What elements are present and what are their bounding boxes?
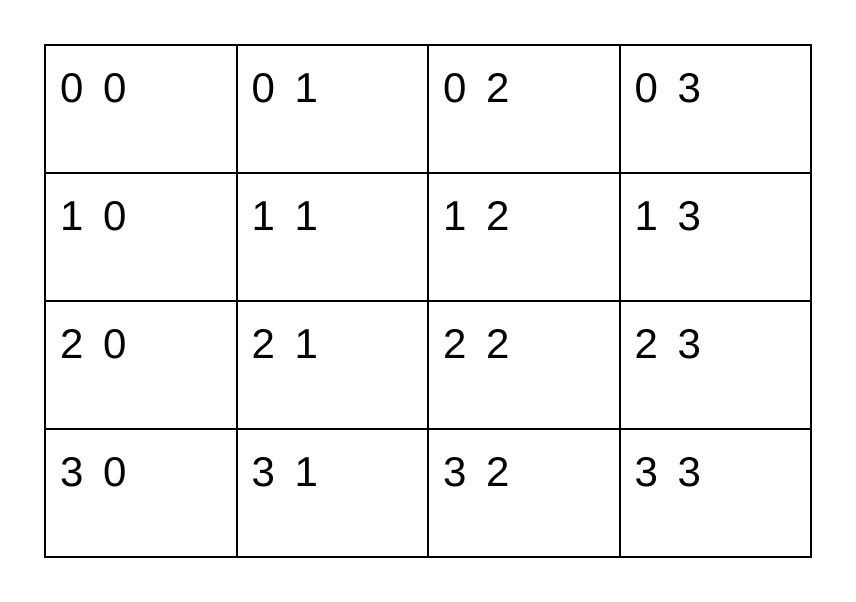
grid-cell: 3 2 bbox=[428, 429, 620, 557]
grid-cell: 1 0 bbox=[45, 173, 237, 301]
grid-cell: 0 1 bbox=[237, 45, 429, 173]
grid-cell: 2 3 bbox=[620, 301, 812, 429]
table-row: 2 0 2 1 2 2 2 3 bbox=[45, 301, 811, 429]
grid-cell: 0 2 bbox=[428, 45, 620, 173]
grid-cell: 2 0 bbox=[45, 301, 237, 429]
table-row: 0 0 0 1 0 2 0 3 bbox=[45, 45, 811, 173]
grid-cell: 0 0 bbox=[45, 45, 237, 173]
coordinate-grid-table: 0 0 0 1 0 2 0 3 1 0 1 1 1 2 1 3 2 0 2 1 … bbox=[44, 44, 812, 558]
grid-cell: 1 1 bbox=[237, 173, 429, 301]
table-row: 3 0 3 1 3 2 3 3 bbox=[45, 429, 811, 557]
grid-cell: 3 0 bbox=[45, 429, 237, 557]
grid-cell: 1 3 bbox=[620, 173, 812, 301]
grid-cell: 0 3 bbox=[620, 45, 812, 173]
grid-cell: 1 2 bbox=[428, 173, 620, 301]
grid-cell: 3 3 bbox=[620, 429, 812, 557]
table-row: 1 0 1 1 1 2 1 3 bbox=[45, 173, 811, 301]
grid-cell: 2 2 bbox=[428, 301, 620, 429]
grid-cell: 3 1 bbox=[237, 429, 429, 557]
grid-cell: 2 1 bbox=[237, 301, 429, 429]
